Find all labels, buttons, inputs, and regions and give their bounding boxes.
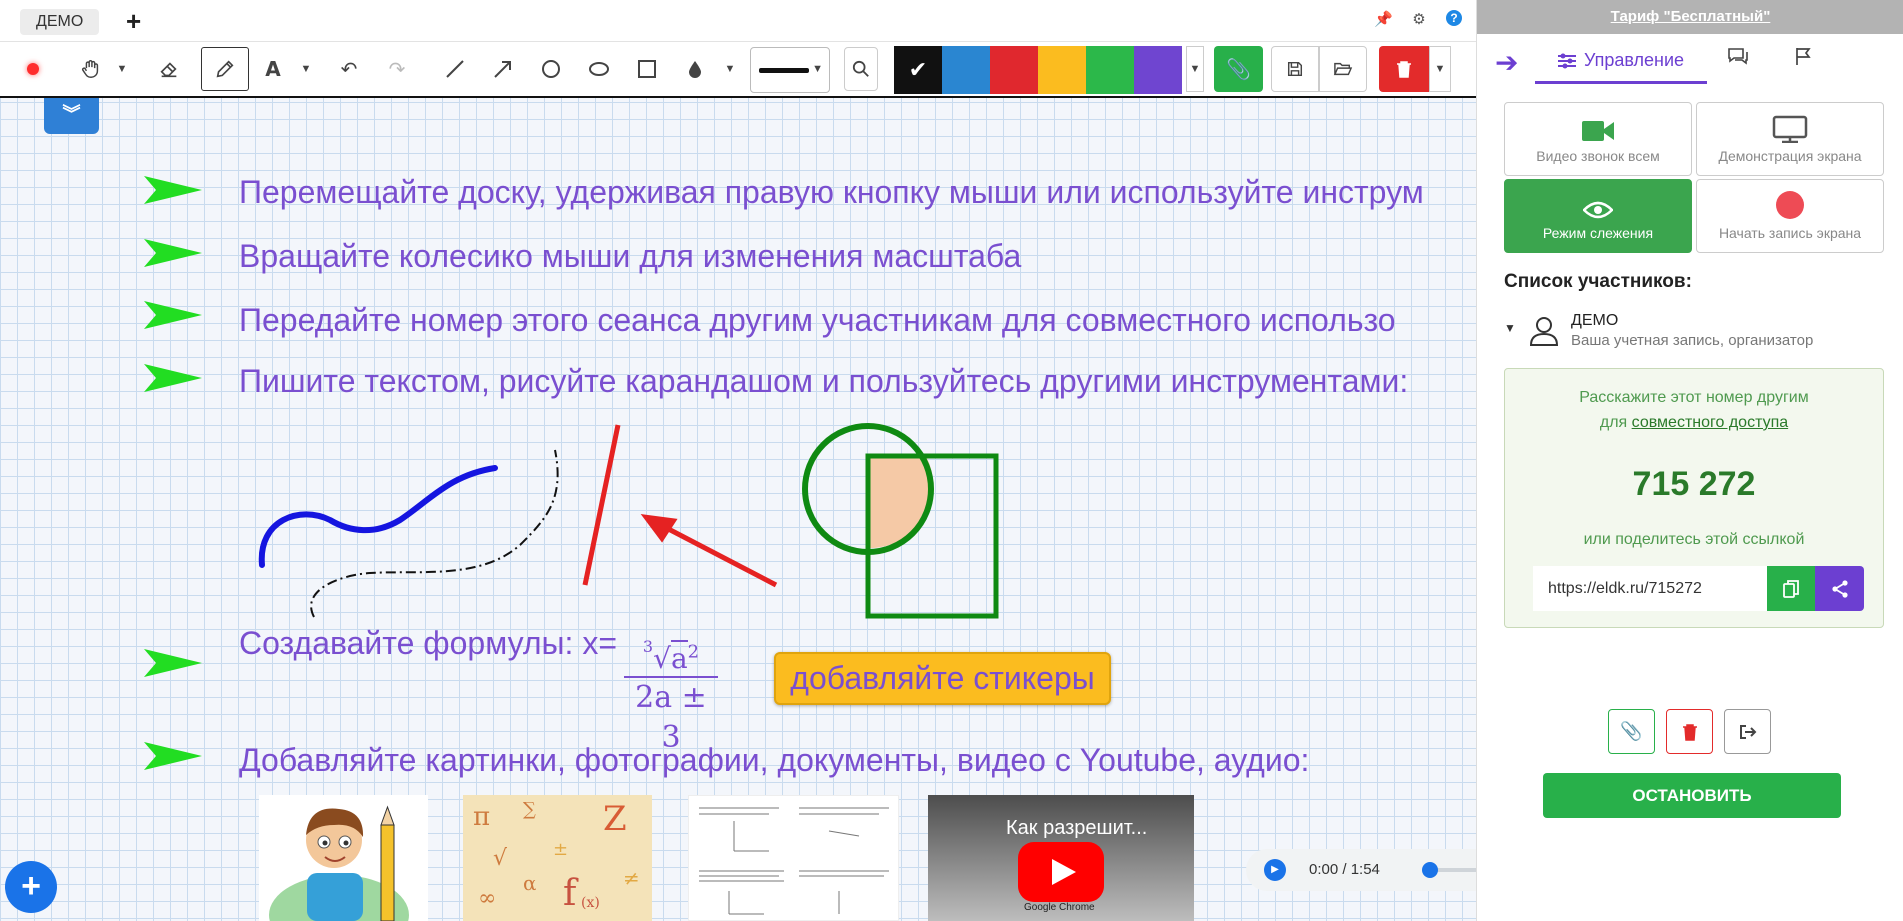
formula-numerator: 3√a2 xyxy=(642,637,700,675)
tab-flags[interactable] xyxy=(1794,46,1814,72)
user-icon xyxy=(1530,317,1558,346)
record-screen-button[interactable]: Начать запись экрана xyxy=(1696,179,1884,253)
radicand: a xyxy=(670,640,688,675)
share-url-field[interactable]: https://eldk.ru/715272 xyxy=(1533,566,1767,611)
trash-icon xyxy=(1682,723,1697,741)
paperclip-icon: 📎 xyxy=(1620,721,1643,741)
formula-fraction: 3√a2 2a ± 3 xyxy=(624,618,718,758)
copy-icon xyxy=(1783,579,1799,598)
add-content-button[interactable]: + xyxy=(5,861,57,913)
participant-role: Ваша учетная запись, организатор xyxy=(1571,332,1814,349)
audio-player[interactable]: ▶ 0:00 / 1:54 xyxy=(1246,849,1476,891)
svg-text:∑: ∑ xyxy=(523,799,536,820)
panel-tabs: ➔ Управление xyxy=(1477,40,1903,86)
record-icon xyxy=(1776,191,1804,219)
share-link-button[interactable] xyxy=(1815,566,1864,611)
monitor-icon xyxy=(1772,115,1808,143)
blue-freehand-stroke xyxy=(258,465,498,568)
audio-time: 0:00 / 1:54 xyxy=(1309,861,1380,878)
follow-mode-button[interactable]: Режим слежения xyxy=(1504,179,1692,253)
bullet-arrow-icon xyxy=(144,649,202,677)
video-camera-icon xyxy=(1582,121,1614,141)
red-arrow-head xyxy=(640,514,678,543)
screen-share-label: Демонстрация экрана xyxy=(1718,148,1862,164)
youtube-video-card[interactable]: Как разрешит... Google Chrome xyxy=(928,795,1194,921)
tariff-link[interactable]: Тариф "Бесплатный" xyxy=(1477,0,1903,34)
media-instruction: Добавляйте картинки, фотографии, докумен… xyxy=(239,742,1310,778)
chat-icon xyxy=(1728,48,1748,65)
panel-exit-button[interactable] xyxy=(1724,709,1771,754)
video-caption: Google Chrome xyxy=(1024,902,1095,913)
formula-label: Создавайте формулы: x= xyxy=(239,625,617,661)
svg-text:±: ± xyxy=(553,839,568,860)
svg-text:(x): (x) xyxy=(581,895,600,911)
control-panel: Тариф "Бесплатный" ➔ Управление Видео зв… xyxy=(1476,0,1903,921)
audio-seek-knob[interactable] xyxy=(1422,862,1438,878)
collapse-panel-arrow-icon[interactable]: ➔ xyxy=(1495,46,1518,79)
share-text-3: или поделитесь этой ссылкой xyxy=(1583,531,1805,548)
video-call-button[interactable]: Видео звонок всем xyxy=(1504,102,1692,176)
plus-icon: + xyxy=(21,867,41,905)
red-arrow-shaft xyxy=(653,519,778,588)
sliders-icon xyxy=(1557,53,1576,68)
svg-text:f: f xyxy=(563,873,579,914)
board-drawings xyxy=(258,423,999,619)
flag-icon xyxy=(1796,48,1811,65)
tab-chat[interactable] xyxy=(1727,46,1749,72)
document-card[interactable] xyxy=(688,795,899,921)
math-symbols-image: π ∑ Z √ ± f (x) ∞ ≠ α xyxy=(473,799,640,914)
eye-icon xyxy=(1583,201,1613,219)
share-icon xyxy=(1831,579,1848,598)
screen-share-button[interactable]: Демонстрация экрана xyxy=(1696,102,1884,176)
session-code: 715 272 xyxy=(1632,465,1756,503)
bullet-arrow-icon xyxy=(144,742,202,770)
svg-text:≠: ≠ xyxy=(623,866,640,890)
share-text-2-prefix: для xyxy=(1599,414,1632,431)
shared-access-link[interactable]: совместного доступа xyxy=(1632,414,1789,431)
document-thumbnail-image xyxy=(699,807,889,915)
audio-seek-track[interactable] xyxy=(1436,868,1476,872)
share-text-2: для совместного доступа xyxy=(1505,414,1883,432)
whiteboard-canvas[interactable]: ДЕМО + 📌 ⚙ ? ▼ A ▼ ↶ ↷ ▼ ▼ ✔ ▼ 📎 ▼ ︾ Пер… xyxy=(0,0,1476,921)
participants-title: Список участников: xyxy=(1504,271,1692,292)
tab-control[interactable]: Управление xyxy=(1535,40,1707,84)
record-screen-label: Начать запись экрана xyxy=(1718,225,1862,241)
panel-delete-button[interactable] xyxy=(1666,709,1713,754)
panel-attach-button[interactable]: 📎 xyxy=(1608,709,1655,754)
svg-text:π: π xyxy=(473,802,490,832)
red-line xyxy=(582,424,621,586)
tab-control-label: Управление xyxy=(1583,50,1685,70)
participant-name: ДЕМО xyxy=(1571,312,1619,329)
follow-mode-label: Режим слежения xyxy=(1542,225,1654,241)
dashed-freehand-stroke xyxy=(310,449,559,618)
youtube-play-icon xyxy=(1018,842,1104,902)
exponent: 2 xyxy=(687,641,700,663)
root-index: 3 xyxy=(642,637,654,656)
stop-button[interactable]: ОСТАНОВИТЬ xyxy=(1543,773,1841,818)
image-card-boy[interactable] xyxy=(259,795,428,921)
orange-fill-region xyxy=(868,456,934,549)
boy-with-pencil-image xyxy=(269,805,409,921)
participant-row[interactable]: ▼ ДЕМО Ваша учетная запись, организатор xyxy=(1504,312,1884,352)
sign-out-icon xyxy=(1739,724,1756,739)
svg-text:Z: Z xyxy=(603,799,627,839)
image-card-math-symbols[interactable]: π ∑ Z √ ± f (x) ∞ ≠ α xyxy=(463,795,652,921)
svg-text:√: √ xyxy=(493,846,508,871)
copy-link-button[interactable] xyxy=(1767,566,1815,611)
svg-text:α: α xyxy=(523,871,537,895)
expand-caret-icon[interactable]: ▼ xyxy=(1504,321,1516,335)
share-text-1: Расскажите этот номер другим xyxy=(1579,389,1809,406)
video-call-label: Видео звонок всем xyxy=(1536,148,1660,164)
share-box: Расскажите этот номер другим для совмест… xyxy=(1504,368,1884,628)
svg-text:∞: ∞ xyxy=(478,886,496,911)
sticker-note[interactable]: добавляйте стикеры xyxy=(774,652,1111,705)
play-icon[interactable]: ▶ xyxy=(1264,859,1286,881)
video-title: Как разрешит... xyxy=(1006,817,1148,839)
